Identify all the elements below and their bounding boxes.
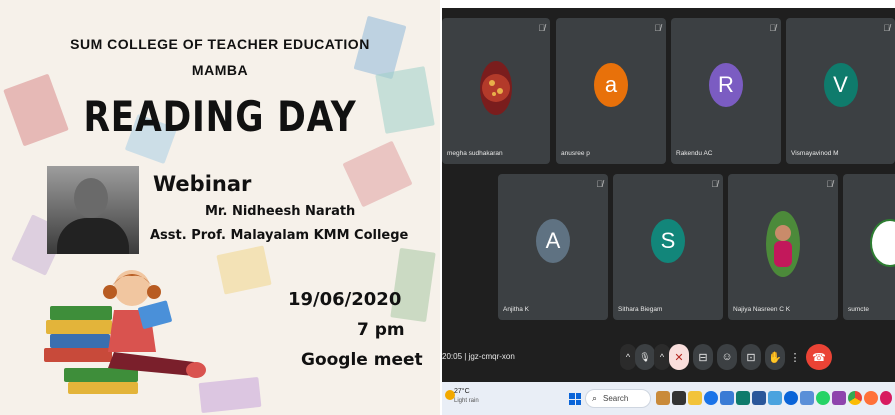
photos-app-icon[interactable] [768, 391, 782, 405]
event-title: READING DAY [83, 92, 357, 141]
college-name: SUM COLLEGE OF TEACHER EDUCATION [70, 36, 370, 52]
participant-avatar: A [536, 219, 570, 263]
participant-name: Anjitha K [503, 306, 530, 313]
meeting-code: jgz-cmqr-xon [468, 352, 515, 361]
participant-tile[interactable]: 🎙̸ a anusree p [556, 18, 666, 164]
office-app-icon[interactable] [736, 391, 750, 405]
meeting-control-bar: 20:05 | jgz-cmqr-xon ^ 🎙 ^ ✕ ⊟ ☺ ⊡ ✋ ⋮ ☎ [442, 336, 895, 382]
meeting-info: 20:05 | jgz-cmqr-xon [442, 352, 515, 361]
participant-avatar: a [594, 63, 628, 107]
participant-tile[interactable]: 🎙̸ V Vismayavinod M [786, 18, 895, 164]
participant-name: Rakendu AC [676, 150, 713, 157]
background-book [342, 140, 413, 208]
girl-reading-illustration [44, 270, 206, 394]
animal-widget-icon[interactable] [656, 391, 670, 405]
participant-photo [480, 61, 512, 115]
captions-button[interactable]: ⊟ [693, 344, 713, 370]
participant-name: megha sudhakaran [447, 150, 503, 157]
mic-muted-icon: 🎙̸ [538, 23, 545, 33]
weather-description[interactable]: Light rain [454, 398, 479, 404]
college-location: MAMBA [191, 62, 249, 78]
mic-muted-icon: 🎙̸ [883, 23, 890, 33]
participant-name: anusree p [561, 150, 590, 157]
participant-avatar: S [651, 219, 685, 263]
present-button[interactable]: ⊡ [741, 344, 761, 370]
background-book [390, 247, 436, 323]
word-app-icon[interactable] [752, 391, 766, 405]
mic-muted-icon: 🎙̸ [769, 23, 776, 33]
participant-avatar: R [709, 63, 743, 107]
audio-options-button[interactable]: ^ [620, 344, 636, 370]
participant-name: Vismayavinod M [791, 150, 839, 157]
participant-tile[interactable]: 🎙̸ R Rakendu AC [671, 18, 781, 164]
participant-photo [766, 211, 800, 277]
speaker-designation: Asst. Prof. Malayalam KMM College [150, 228, 409, 243]
help-app-icon[interactable] [784, 391, 798, 405]
whatsapp-icon[interactable] [816, 391, 830, 405]
notepad-app-icon[interactable] [800, 391, 814, 405]
windows-start-icon[interactable] [569, 393, 581, 405]
taskbar-search[interactable]: ⌕ Search [585, 389, 651, 408]
media-app-icon[interactable] [672, 391, 686, 405]
taskbar: 27°C Light rain ⌕ Search [442, 382, 895, 415]
mic-muted-icon: 🎙̸ [654, 23, 661, 33]
firefox-browser-icon[interactable] [864, 391, 878, 405]
event-date: 19/06/2020 [288, 289, 402, 310]
mic-muted-icon: 🎙̸ [826, 179, 833, 189]
emoji-button[interactable]: ☺ [717, 344, 737, 370]
event-time: 7 pm [357, 320, 405, 340]
store-app-icon[interactable] [720, 391, 734, 405]
more-options-button[interactable]: ⋮ [789, 344, 801, 370]
participant-tile[interactable]: 🎙̸ megha sudhakaran [442, 18, 550, 164]
video-call-window: 🎙̸ megha sudhakaran 🎙̸ a anusree p 🎙̸ R … [442, 8, 895, 382]
edge-browser-icon[interactable] [704, 391, 718, 405]
camera-off-button[interactable]: ✕ [669, 344, 689, 370]
search-icon: ⌕ [592, 393, 598, 403]
participant-name: sumcte [848, 306, 869, 313]
background-book [216, 245, 272, 295]
microphone-button[interactable]: 🎙 [635, 344, 655, 370]
reading-day-poster: SUM COLLEGE OF TEACHER EDUCATION MAMBA R… [0, 0, 440, 415]
participant-avatar: V [823, 63, 858, 107]
app-icon[interactable] [880, 391, 892, 405]
leave-call-button[interactable]: ☎ [806, 344, 832, 370]
speaker-name: Mr. Nidheesh Narath [205, 204, 356, 219]
mic-muted-icon: 🎙̸ [596, 179, 603, 189]
video-options-button[interactable]: ^ [654, 344, 670, 370]
search-label: Search [603, 394, 629, 403]
raise-hand-button[interactable]: ✋ [765, 344, 785, 370]
participant-tile[interactable]: 🎙̸ Najiya Nasreen C K [728, 174, 838, 320]
event-platform: Google meet [301, 350, 423, 370]
chrome-browser-icon[interactable] [848, 391, 862, 405]
kotlin-app-icon[interactable] [832, 391, 846, 405]
meeting-clock: 20:05 [442, 352, 463, 361]
participant-tile[interactable]: 🎙̸ A Anjitha K [498, 174, 608, 320]
participant-tile[interactable]: 🎙̸ S Sithara Biegam [613, 174, 723, 320]
speaker-photo [47, 166, 139, 254]
file-explorer-icon[interactable] [688, 391, 702, 405]
event-type: Webinar [153, 172, 252, 196]
participant-tile[interactable]: sumcte [843, 174, 895, 320]
participant-name: Najiya Nasreen C K [733, 306, 791, 313]
weather-temperature[interactable]: 27°C [454, 388, 470, 395]
participant-logo [870, 219, 895, 267]
participant-name: Sithara Biegam [618, 306, 663, 313]
mic-muted-icon: 🎙̸ [711, 179, 718, 189]
